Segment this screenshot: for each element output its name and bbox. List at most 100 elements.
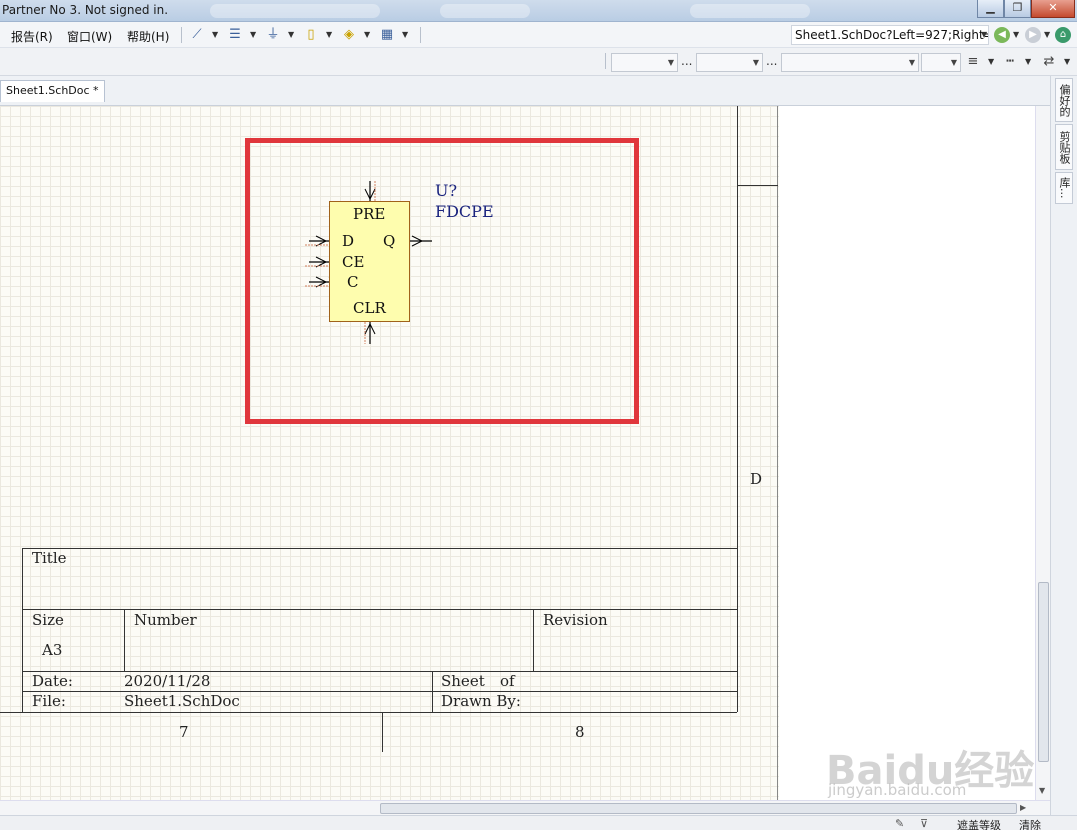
font-combo[interactable]: ▼ (611, 53, 678, 72)
swap-icon[interactable]: ⇄ (1040, 53, 1058, 71)
zone-divider-line (737, 185, 778, 186)
toolbar-separator (420, 27, 421, 43)
vertical-scroll-thumb[interactable] (1038, 582, 1049, 762)
horizontal-scrollbar[interactable]: ▶ (0, 800, 1050, 815)
back-icon[interactable]: ◀ (994, 27, 1010, 43)
chevron-down-icon: ▼ (908, 58, 915, 67)
component-designator[interactable]: U? (435, 181, 457, 200)
title-block-line (22, 548, 23, 712)
dock-tab-library[interactable]: 库... (1055, 172, 1073, 204)
menu-bar: 报告(R) 窗口(W) 帮助(H) ⟋ ▼ ☰ ▼ ⏚ ▼ ▯ ▼ ◈ ▼ ▦ … (0, 22, 1077, 48)
status-bar: ✎ ⊽ 遮盖等级 清除 (0, 815, 1077, 830)
zone-divider-line (382, 712, 383, 752)
window-controls: ▁ ❐ ✕ (977, 0, 1075, 18)
size-value: A3 (42, 641, 63, 659)
pin-label-pre: PRE (353, 205, 386, 223)
font-more-button[interactable]: ... (681, 54, 692, 68)
mask-level-button[interactable]: 遮盖等级 (957, 817, 1001, 830)
zone-label-row-d: D (750, 470, 763, 488)
title-block-line (432, 671, 433, 712)
chevron-down-icon[interactable]: ▼ (326, 30, 332, 39)
port-tool-icon[interactable]: ◈ (340, 26, 358, 44)
clear-button[interactable]: 清除 (1019, 817, 1041, 830)
dock-tab-favorites[interactable]: 偏好的 (1055, 78, 1073, 122)
component-comment[interactable]: FDCPE (435, 202, 494, 221)
chevron-down-icon[interactable]: ▼ (212, 30, 218, 39)
width-combo[interactable]: ▼ (921, 53, 961, 72)
ground-power-icon[interactable]: ⏚ (264, 26, 282, 44)
chevron-down-icon: ▼ (667, 58, 674, 67)
maximize-button[interactable]: ❐ (1004, 0, 1031, 18)
title-block-line (22, 609, 737, 610)
size-more-button[interactable]: ... (766, 54, 777, 68)
toolbar-separator (181, 27, 182, 43)
bus-tool-icon[interactable]: ☰ (226, 26, 244, 44)
app-window: Partner No 3. Not signed in. ▁ ❐ ✕ 报告(R)… (0, 0, 1077, 830)
title-block-line (533, 609, 534, 671)
chevron-down-icon[interactable]: ▼ (250, 30, 256, 39)
scroll-down-arrow-icon[interactable]: ▼ (1039, 786, 1045, 795)
right-panel-dock: 偏好的 剪贴板 库... (1050, 76, 1077, 816)
file-label: File: (32, 692, 66, 710)
chevron-down-icon[interactable]: ▼ (1044, 30, 1050, 39)
chevron-down-icon[interactable]: ▼ (988, 57, 994, 66)
date-label: Date: (32, 672, 73, 690)
window-title: Partner No 3. Not signed in. (2, 3, 169, 17)
menu-report[interactable]: 报告(R) (11, 28, 53, 45)
title-block-line (22, 548, 737, 549)
date-value: 2020/11/28 (124, 672, 211, 690)
line-dash-icon[interactable]: ┅ (1001, 53, 1019, 71)
number-label: Number (134, 611, 197, 629)
size-label: Size (32, 611, 64, 629)
minimize-button[interactable]: ▁ (977, 0, 1004, 18)
close-button[interactable]: ✕ (1031, 0, 1075, 18)
zone-label-col-8: 8 (575, 723, 585, 741)
tab-sheet1[interactable]: Sheet1.SchDoc * (0, 80, 105, 102)
document-address-field[interactable]: Sheet1.SchDoc?Left=927;Right= (791, 25, 989, 45)
title-label: Title (32, 549, 67, 567)
menu-help[interactable]: 帮助(H) (127, 28, 169, 45)
pencil-icon[interactable]: ✎ (895, 817, 904, 830)
grid-icon[interactable]: ▦ (378, 26, 396, 44)
scroll-right-arrow-icon[interactable]: ▶ (1020, 803, 1026, 812)
background-taskbar-item (210, 4, 380, 18)
chevron-down-icon[interactable]: ▼ (1025, 57, 1031, 66)
chevron-down-icon: ▼ (950, 58, 957, 67)
chevron-down-icon[interactable]: ▼ (1064, 57, 1070, 66)
zone-border-line (737, 106, 738, 712)
style-combo[interactable]: ▼ (781, 53, 919, 72)
formatting-toolbar: ▼ ... ▼ ... ▼ ▼ ≡ ▼ ┅ ▼ ⇄ ▼ (0, 48, 1077, 76)
zone-label-col-7: 7 (179, 723, 189, 741)
chevron-down-icon[interactable]: ▼ (364, 30, 370, 39)
home-icon[interactable]: ⌂ (1055, 27, 1071, 43)
size-combo[interactable]: ▼ (696, 53, 763, 72)
background-taskbar-item (440, 4, 530, 18)
wire-tool-icon[interactable]: ⟋ (188, 26, 206, 44)
dock-tab-clipboard[interactable]: 剪贴板 (1055, 124, 1073, 170)
line-style-icon[interactable]: ≡ (964, 53, 982, 71)
title-bar: Partner No 3. Not signed in. ▁ ❐ ✕ (0, 0, 1077, 22)
chevron-down-icon[interactable]: ▼ (981, 30, 987, 39)
sheet-label: Sheet (441, 672, 485, 690)
of-label: of (500, 672, 515, 690)
toolbar-separator (605, 53, 606, 69)
document-tab-bar: Sheet1.SchDoc * (0, 76, 1050, 106)
revision-label: Revision (543, 611, 608, 629)
canvas-outside-sheet (779, 106, 1035, 800)
menu-window[interactable]: 窗口(W) (67, 28, 112, 45)
schematic-canvas[interactable]: D 7 8 Title Size A3 Number Revision Date… (0, 106, 1035, 800)
file-value: Sheet1.SchDoc (124, 692, 240, 710)
chevron-down-icon[interactable]: ▼ (1013, 30, 1019, 39)
forward-icon[interactable]: ▶ (1025, 27, 1041, 43)
pin-label-c: C (347, 273, 359, 291)
chevron-down-icon[interactable]: ▼ (288, 30, 294, 39)
pin-label-ce: CE (342, 253, 365, 271)
filter-icon[interactable]: ⊽ (920, 817, 928, 830)
chevron-down-icon[interactable]: ▼ (402, 30, 408, 39)
vertical-scrollbar[interactable]: ▼ (1035, 106, 1050, 800)
pin-label-clr: CLR (353, 299, 386, 317)
part-tool-icon[interactable]: ▯ (302, 26, 320, 44)
horizontal-scroll-thumb[interactable] (380, 803, 1017, 814)
drawn-by-label: Drawn By: (441, 692, 521, 710)
component-pins-graphic (305, 181, 432, 344)
